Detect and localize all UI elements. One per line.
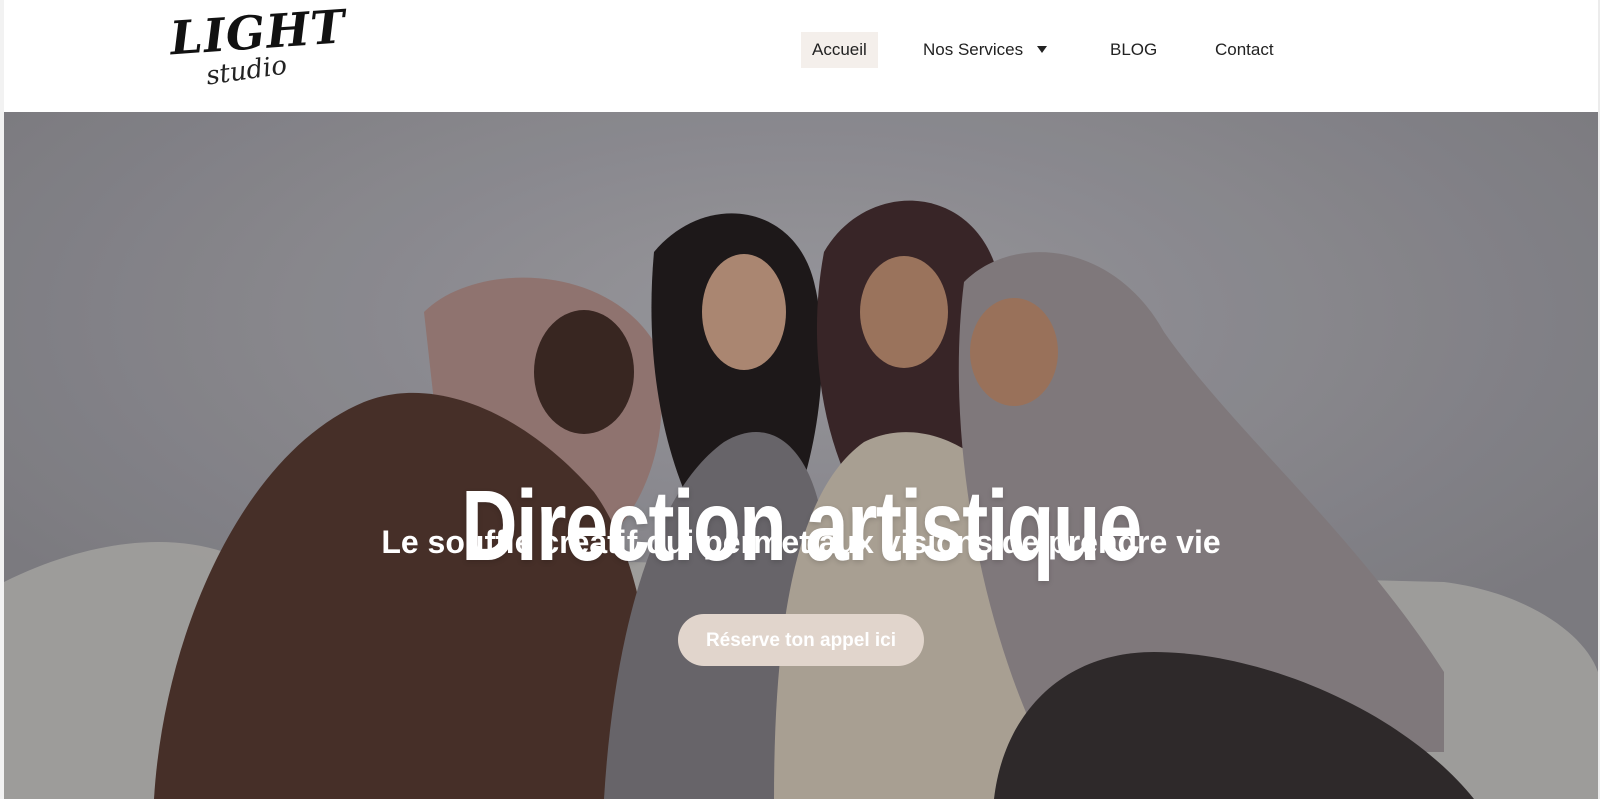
book-call-button[interactable]: Réserve ton appel ici <box>678 614 924 666</box>
nav-item-accueil[interactable]: Accueil <box>801 32 878 68</box>
hero-overlay <box>4 112 1598 799</box>
nav-item-label: Nos Services <box>923 40 1024 59</box>
site-header: LIGHT studio Accueil Nos Services BLOG C… <box>4 0 1598 113</box>
nav-item-label: Accueil <box>812 40 867 59</box>
nav-item-label: BLOG <box>1110 40 1158 59</box>
nav-item-contact[interactable]: Contact <box>1215 32 1274 68</box>
hero-section: Direction artistique Le souffle créatif … <box>4 112 1598 799</box>
nav-item-nos-services[interactable]: Nos Services <box>923 32 1048 68</box>
logo-wordmark: LIGHT <box>168 0 348 66</box>
caret-down-icon <box>1037 46 1048 54</box>
hero-subtitle: Le souffle créatif qui permet aux vision… <box>381 524 1221 560</box>
nav-item-blog[interactable]: BLOG <box>1110 32 1157 68</box>
nav-item-label: Contact <box>1215 40 1274 59</box>
site-logo[interactable]: LIGHT studio <box>168 0 348 96</box>
